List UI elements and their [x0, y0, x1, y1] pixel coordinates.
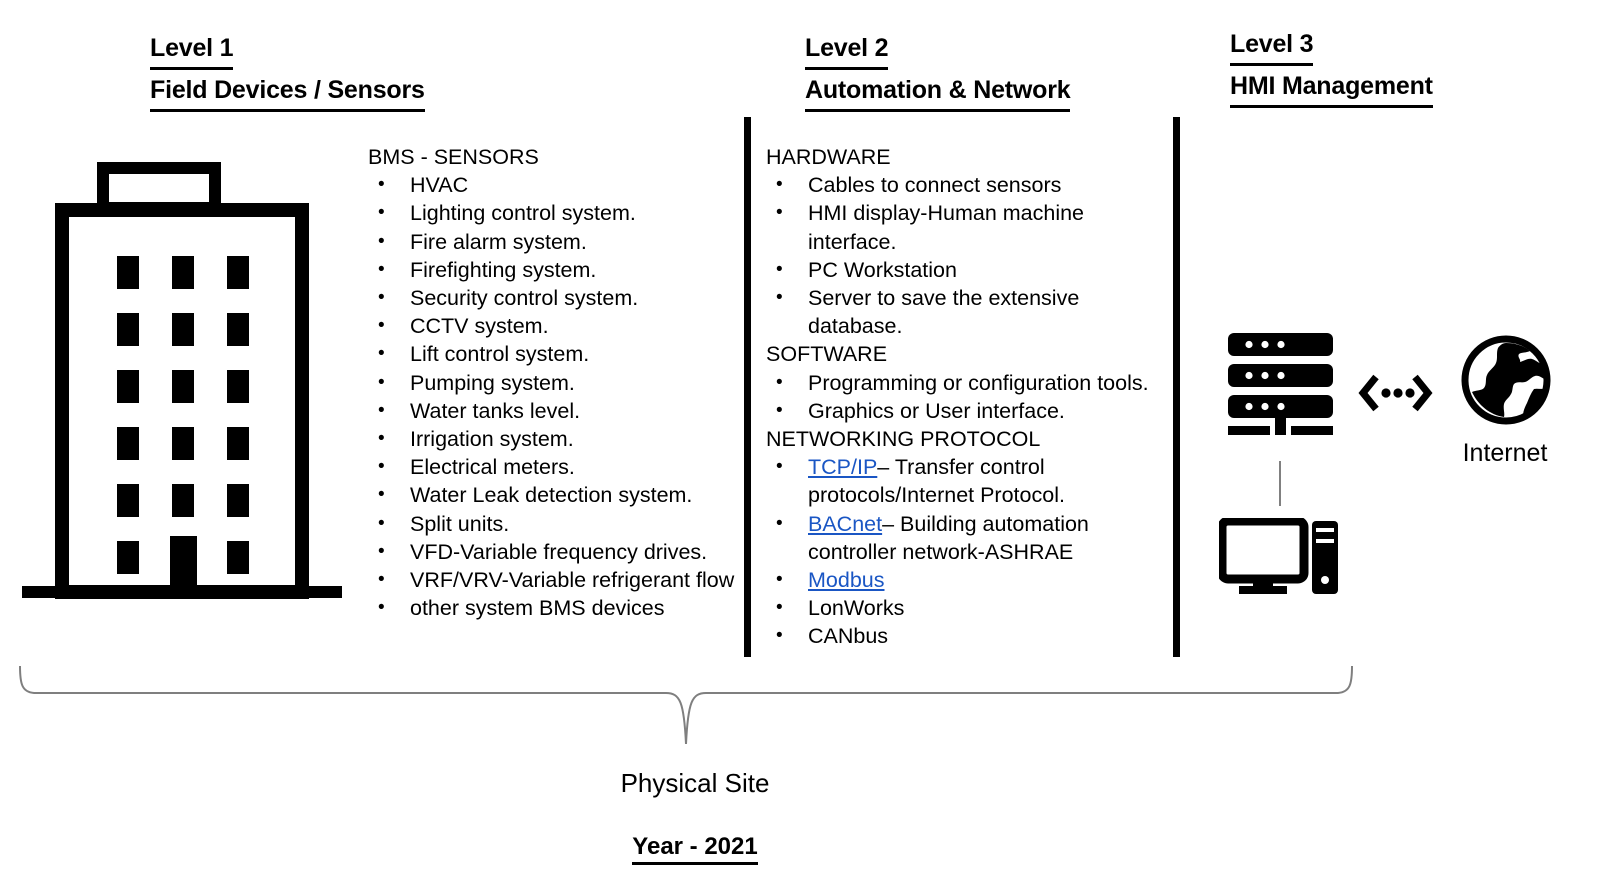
bms-sensors-heading: BMS - SENSORS [368, 145, 539, 169]
list-item: Electrical meters. [368, 453, 748, 481]
list-item: BACnet– Building automation controller n… [766, 510, 1166, 566]
server-pc-connector-line [1279, 461, 1281, 506]
level-3-header: Level 3 HMI Management [1230, 26, 1433, 108]
level-1-title: Field Devices / Sensors [150, 72, 425, 112]
list-item: Programming or configuration tools. [766, 369, 1166, 397]
list-item: Lighting control system. [368, 199, 748, 227]
list-item: LonWorks [766, 594, 1166, 622]
list-item: HMI display-Human machine interface. [766, 199, 1166, 255]
networking-protocol-list: TCP/IP– Transfer control protocols/Inter… [766, 453, 1166, 651]
list-item: Fire alarm system. [368, 228, 748, 256]
list-item: Firefighting system. [368, 256, 748, 284]
level-1-content: BMS - SENSORS HVAC Lighting control syst… [368, 143, 748, 623]
list-item: Water tanks level. [368, 397, 748, 425]
bidirectional-link-icon [1358, 374, 1433, 412]
column-divider-2 [1173, 117, 1180, 657]
list-item: Lift control system. [368, 340, 748, 368]
list-item: other system BMS devices [368, 594, 748, 622]
list-item: Pumping system. [368, 369, 748, 397]
internet-label: Internet [1462, 439, 1548, 467]
list-item: VRF/VRV-Variable refrigerant flow [368, 566, 748, 594]
diagram-canvas: Level 1 Field Devices / Sensors Level 2 … [0, 0, 1600, 895]
level-2-header: Level 2 Automation & Network [805, 30, 1071, 112]
list-item: Modbus [766, 566, 1166, 594]
software-heading: SOFTWARE [766, 342, 888, 367]
protocol-link-bacnet[interactable]: BACnet [808, 512, 882, 536]
level-3-title: HMI Management [1230, 68, 1433, 108]
level-2-title: Automation & Network [805, 72, 1071, 112]
list-item: HVAC [368, 171, 748, 199]
list-item: VFD-Variable frequency drives. [368, 538, 748, 566]
list-item: Irrigation system. [368, 425, 748, 453]
building-icon [22, 162, 342, 599]
networking-protocol-heading: NETWORKING PROTOCOL [766, 427, 1041, 452]
level-1-level-label: Level 1 [150, 30, 234, 70]
protocol-link-modbus[interactable]: Modbus [808, 568, 885, 592]
level-2-level-label: Level 2 [805, 30, 889, 70]
level-2-content: HARDWARE Cables to connect sensors HMI d… [766, 143, 1166, 651]
bms-sensors-list: HVAC Lighting control system. Fire alarm… [368, 171, 748, 622]
hardware-list: Cables to connect sensors HMI display-Hu… [766, 171, 1166, 340]
list-item: TCP/IP– Transfer control protocols/Inter… [766, 453, 1166, 509]
level-3-level-label: Level 3 [1230, 26, 1314, 66]
list-item: Security control system. [368, 284, 748, 312]
physical-site-brace [19, 666, 1353, 745]
list-item: Split units. [368, 510, 748, 538]
list-item: PC Workstation [766, 256, 1166, 284]
physical-site-caption: Physical Site [620, 768, 770, 798]
globe-icon [1461, 335, 1551, 425]
level-1-header: Level 1 Field Devices / Sensors [150, 30, 425, 112]
year-text: Year - 2021 [632, 833, 758, 865]
list-item: Server to save the extensive database. [766, 284, 1166, 340]
list-item: CCTV system. [368, 312, 748, 340]
protocol-link-tcpip[interactable]: TCP/IP [808, 455, 877, 479]
software-list: Programming or configuration tools. Grap… [766, 369, 1166, 426]
list-item: Graphics or User interface. [766, 397, 1166, 425]
list-item: Water Leak detection system. [368, 481, 748, 509]
year-label: Year - 2021 [520, 833, 870, 865]
list-item: Cables to connect sensors [766, 171, 1166, 199]
server-rack-icon [1228, 333, 1333, 435]
desktop-pc-icon [1219, 518, 1338, 594]
hardware-heading: HARDWARE [766, 145, 891, 169]
list-item: CANbus [766, 622, 1166, 650]
